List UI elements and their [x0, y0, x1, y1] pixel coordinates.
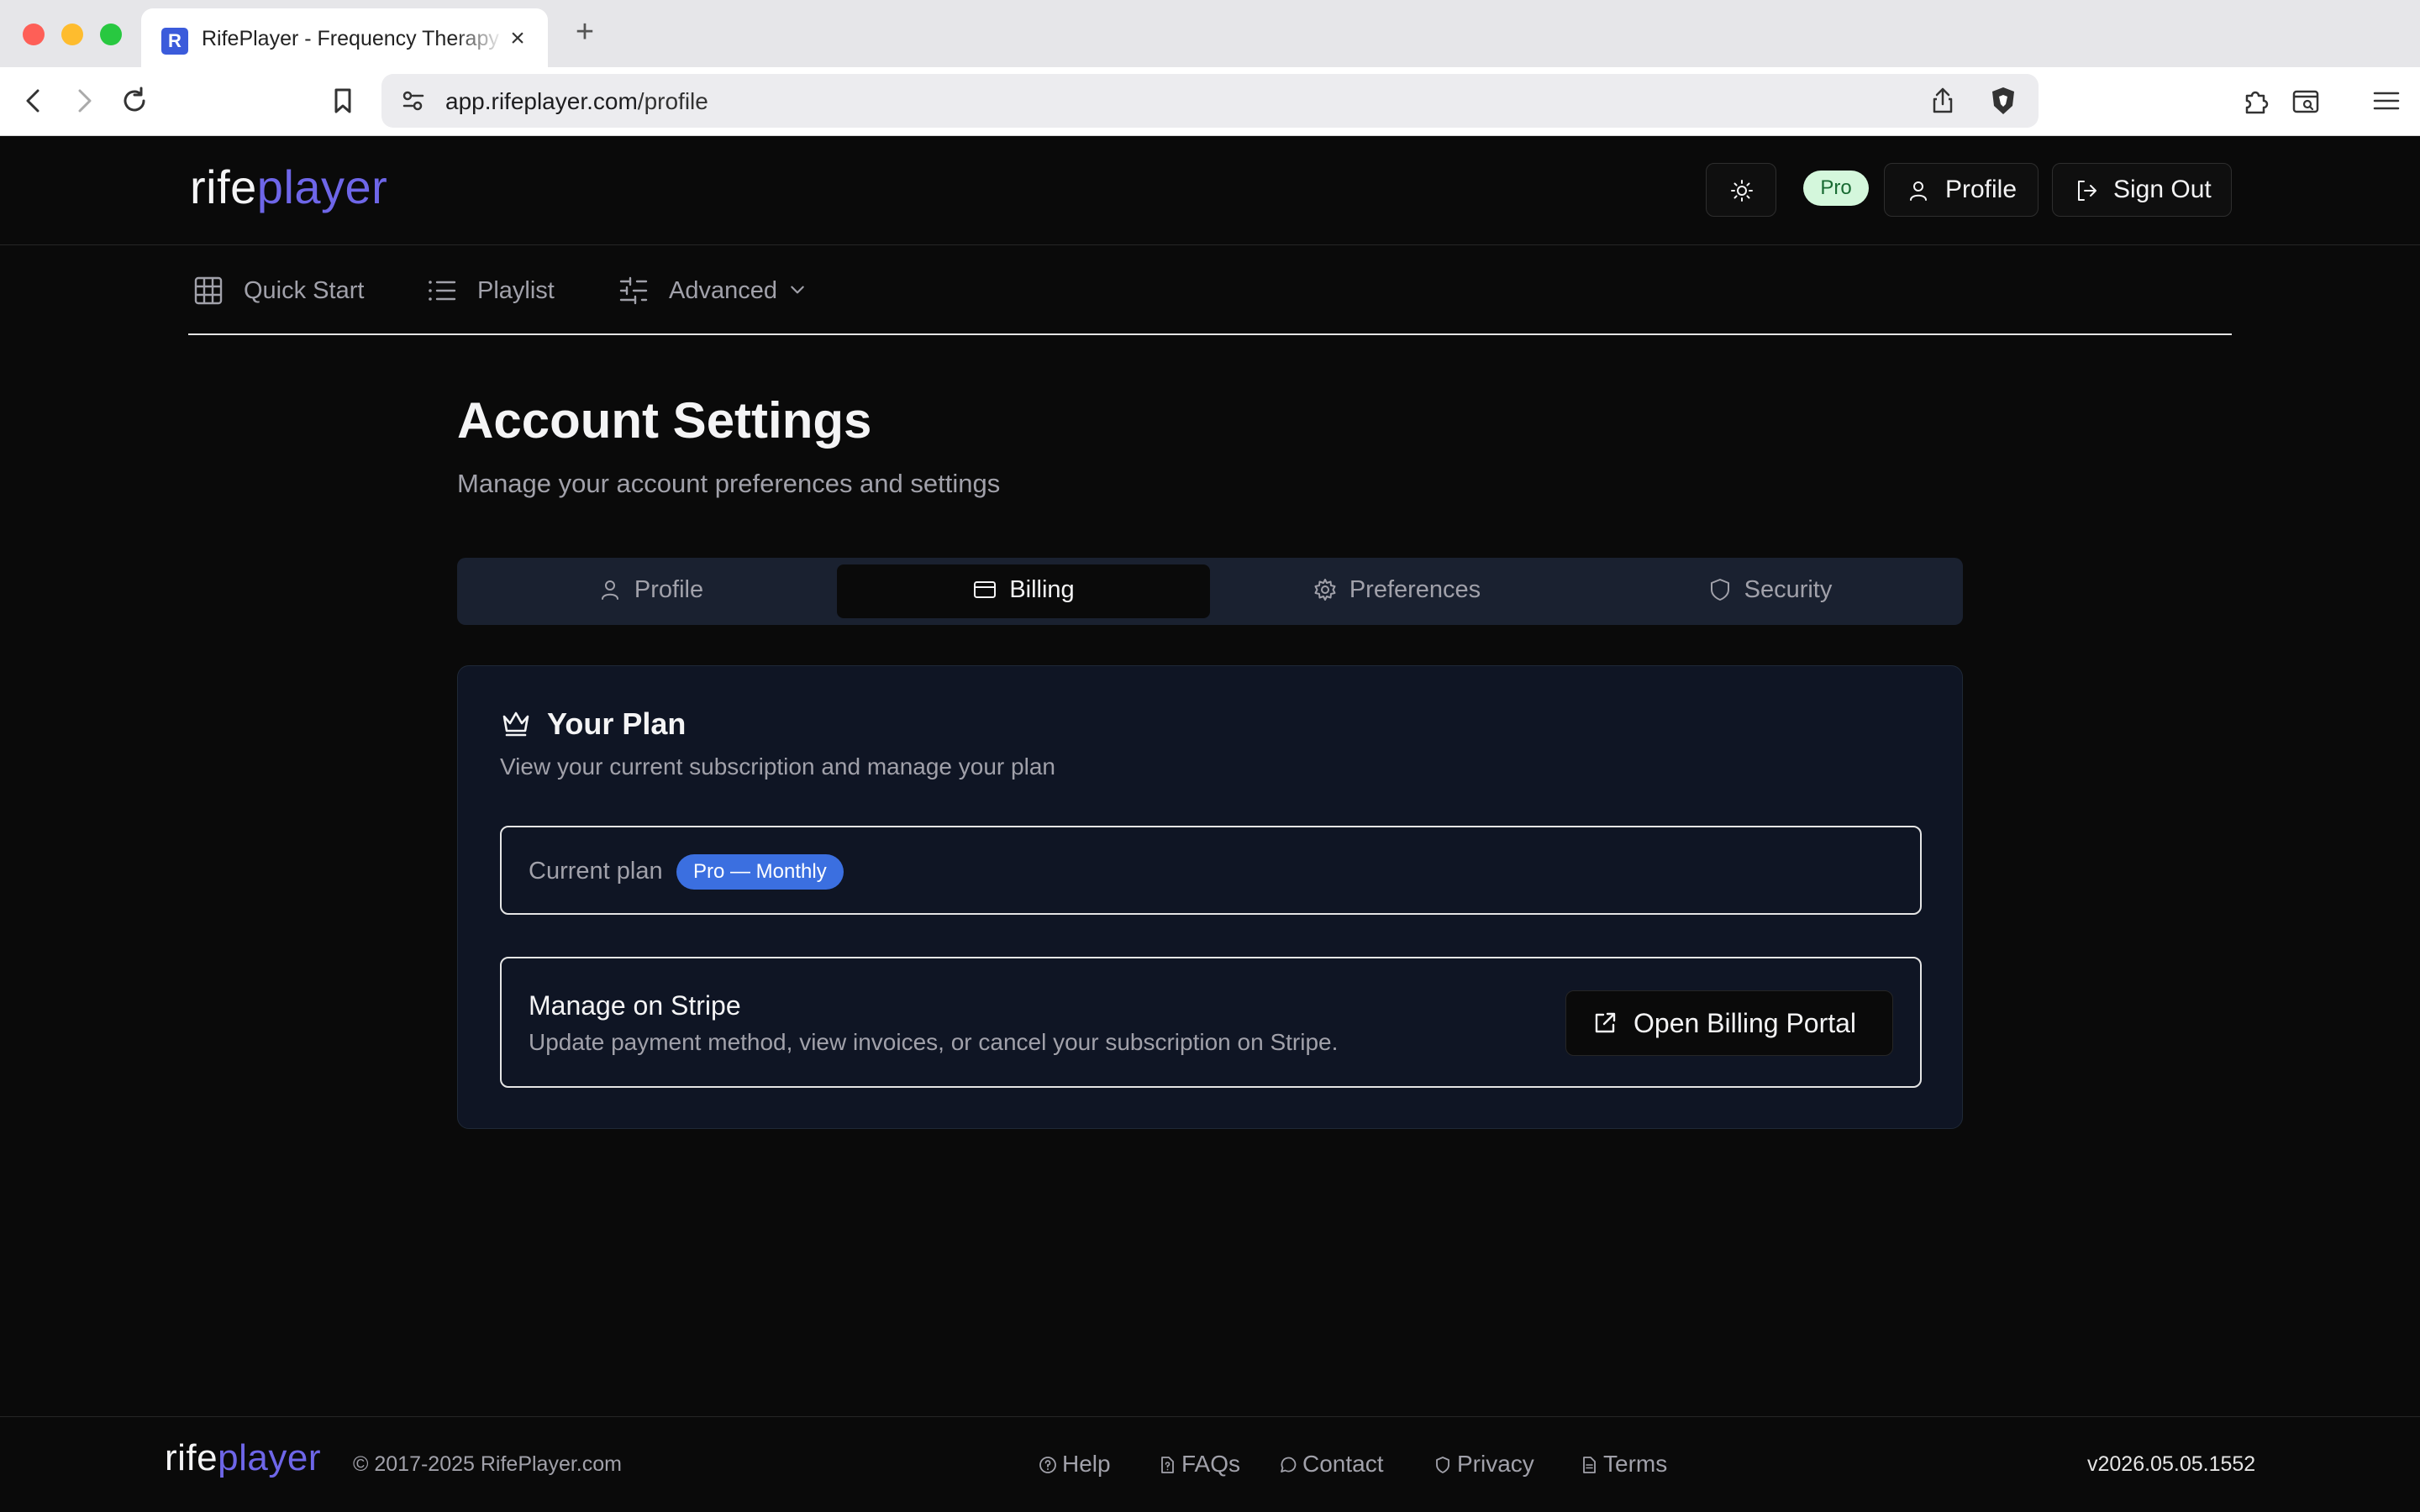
forward-icon[interactable]	[67, 84, 101, 118]
nav-item-advanced[interactable]: Advanced	[618, 270, 829, 311]
logo-part-player: player	[218, 1437, 321, 1478]
app-logo[interactable]: rifeplayer	[190, 160, 387, 214]
gear-icon	[1314, 579, 1336, 601]
tab-label: Profile	[634, 576, 704, 603]
favicon-icon: R	[161, 28, 188, 55]
external-link-icon	[1595, 1012, 1616, 1033]
footer-link-label: Contact	[1302, 1451, 1384, 1477]
card-title-text: Your Plan	[547, 706, 687, 741]
sun-icon	[1731, 180, 1753, 202]
url-path: /profile	[637, 88, 708, 114]
share-icon[interactable]	[1926, 84, 1960, 118]
stripe-description: Update payment method, view invoices, or…	[529, 1029, 1339, 1055]
tab-security[interactable]: Security	[1583, 564, 1956, 618]
tab-close-icon[interactable]: ×	[502, 24, 533, 54]
shield-icon	[1710, 579, 1729, 601]
card-subtitle: View your current subscription and manag…	[500, 753, 1055, 780]
footer-link-contact[interactable]: Contact	[1279, 1451, 1384, 1478]
main-nav: Quick Start Playlist Advanced	[188, 245, 2232, 335]
tab-label: Security	[1744, 576, 1833, 603]
profile-button-label: Profile	[1945, 176, 2018, 203]
sign-out-button[interactable]: Sign Out	[2052, 163, 2232, 217]
credit-card-icon	[974, 581, 997, 598]
nav-item-quick-start[interactable]: Quick Start	[193, 270, 378, 311]
profile-button[interactable]: Profile	[1884, 163, 2039, 217]
footer-link-label: Help	[1062, 1451, 1111, 1477]
close-window-button[interactable]	[23, 24, 45, 45]
card-title: Your Plan	[500, 706, 686, 742]
nav-item-label: Playlist	[477, 277, 555, 304]
user-icon	[601, 580, 618, 600]
stripe-title: Manage on Stripe	[529, 990, 741, 1021]
version-text: v2026.05.05.1552	[2087, 1452, 2256, 1476]
logo-part-rife: rife	[165, 1437, 218, 1478]
logo-part-rife: rife	[190, 160, 257, 213]
tab-preferences[interactable]: Preferences	[1210, 564, 1583, 618]
tab-label: Billing	[1009, 576, 1075, 603]
list-icon	[429, 281, 456, 301]
menu-icon[interactable]	[2370, 84, 2403, 118]
footer-link-terms[interactable]: Terms	[1580, 1451, 1667, 1478]
page-subtitle: Manage your account preferences and sett…	[457, 469, 1001, 498]
footer-link-label: Terms	[1603, 1451, 1668, 1477]
nav-item-playlist[interactable]: Playlist	[427, 270, 561, 311]
url-host: app.rifeplayer.com	[445, 88, 638, 114]
copyright-text: © 2017-2025 RifePlayer.com	[353, 1452, 622, 1476]
footer-link-faqs[interactable]: FAQs	[1158, 1451, 1240, 1478]
theme-toggle-button[interactable]	[1706, 163, 1776, 217]
pro-badge: Pro	[1803, 171, 1869, 206]
browser-toolbar: app.rifeplayer.com/profile	[0, 67, 2420, 136]
logo-part-player: player	[256, 160, 388, 213]
tab-title: RifePlayer - Frequency Therapy	[202, 27, 504, 55]
url-text: app.rifeplayer.com/profile	[445, 88, 708, 115]
user-icon	[1910, 181, 1927, 201]
nav-item-label: Quick Start	[244, 277, 365, 304]
file-text-icon	[1583, 1457, 1596, 1473]
sign-out-button-label: Sign Out	[2113, 176, 2212, 203]
file-question-icon	[1161, 1457, 1174, 1473]
app-header: rifeplayer Pro Profile Sign Out	[0, 136, 2420, 245]
back-icon[interactable]	[17, 84, 50, 118]
settings-tabs: Profile Billing Preferences Security	[457, 558, 1963, 625]
shield-icon	[1436, 1457, 1449, 1473]
your-plan-card: Your Plan View your current subscription…	[457, 665, 1963, 1129]
help-circle-icon	[1039, 1457, 1056, 1473]
tab-billing[interactable]: Billing	[837, 564, 1210, 618]
footer: rifeplayer © 2017-2025 RifePlayer.com He…	[0, 1416, 2420, 1512]
page-title: Account Settings	[457, 392, 872, 449]
portal-button-label: Open Billing Portal	[1634, 1008, 1857, 1038]
footer-link-help[interactable]: Help	[1039, 1451, 1111, 1478]
browser-tab[interactable]: R RifePlayer - Frequency Therapy ×	[141, 8, 548, 67]
maximize-window-button[interactable]	[100, 24, 122, 45]
new-tab-button[interactable]: +	[568, 15, 602, 49]
tab-profile[interactable]: Profile	[464, 564, 837, 618]
brave-shield-icon[interactable]	[1986, 84, 2020, 118]
minimize-window-button[interactable]	[61, 24, 83, 45]
footer-link-label: FAQs	[1181, 1451, 1241, 1477]
reload-icon[interactable]	[118, 84, 151, 118]
footer-link-privacy[interactable]: Privacy	[1434, 1451, 1534, 1478]
bookmark-icon[interactable]	[326, 84, 360, 118]
log-out-icon	[2078, 181, 2096, 201]
nav-item-label: Advanced	[669, 277, 777, 304]
current-plan-label: Current plan	[529, 858, 663, 885]
sliders-icon	[619, 276, 648, 305]
site-settings-icon[interactable]	[397, 84, 430, 118]
footer-logo[interactable]: rifeplayer	[165, 1437, 321, 1479]
message-circle-icon	[1281, 1457, 1297, 1473]
crown-icon	[502, 711, 529, 737]
current-plan-box: Current plan Pro — Monthly	[500, 826, 1922, 915]
open-billing-portal-button[interactable]: Open Billing Portal	[1565, 990, 1893, 1056]
extensions-icon[interactable]	[2238, 84, 2272, 118]
browser-tab-bar: R RifePlayer - Frequency Therapy × +	[0, 0, 2420, 67]
plan-badge: Pro — Monthly	[676, 854, 844, 890]
stripe-box: Manage on Stripe Update payment method, …	[500, 957, 1922, 1088]
chevron-down-icon	[791, 286, 804, 294]
footer-link-label: Privacy	[1457, 1451, 1534, 1477]
wallet-icon[interactable]	[2289, 84, 2323, 118]
tab-label: Preferences	[1349, 576, 1481, 603]
grid-icon	[194, 276, 223, 305]
address-bar[interactable]: app.rifeplayer.com/profile	[381, 74, 2039, 128]
